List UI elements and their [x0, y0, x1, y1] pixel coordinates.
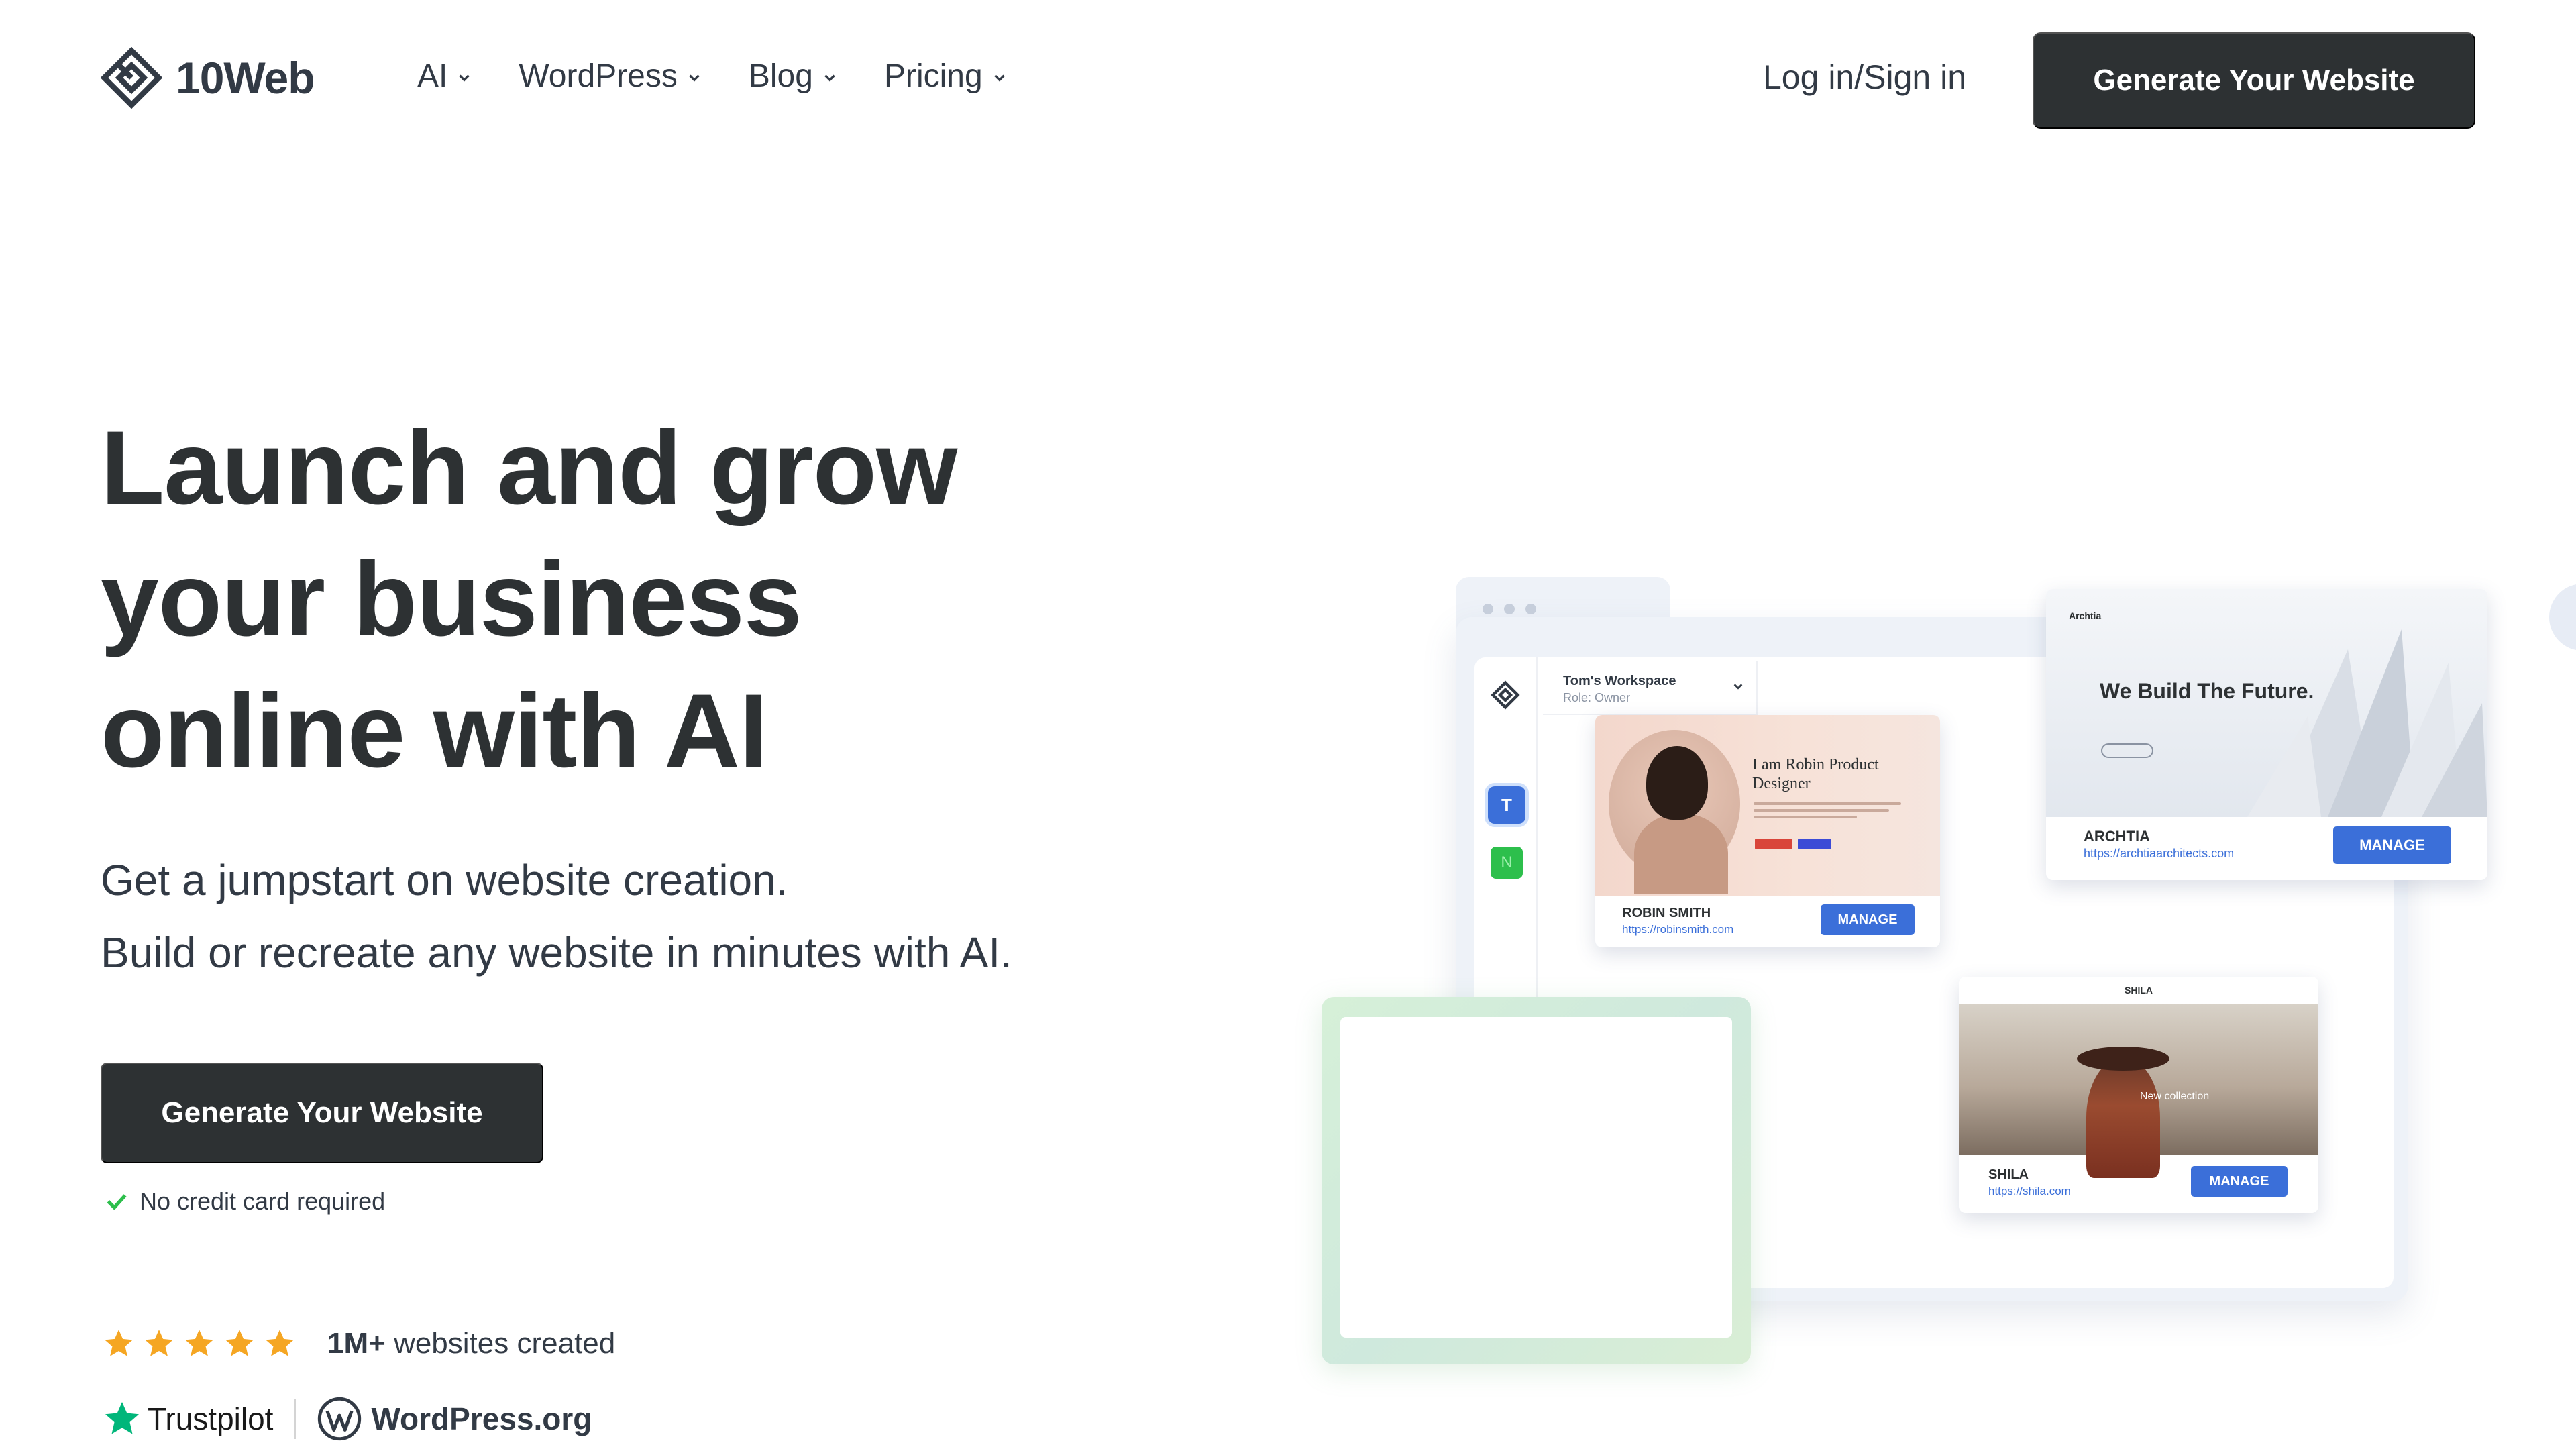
websites-count: 1M+ [327, 1327, 386, 1360]
hero-subtitle-line: Get a jumpstart on website creation. [101, 856, 788, 904]
nav-item-ai[interactable]: AI [417, 58, 472, 95]
chevron-down-icon [824, 74, 835, 82]
site-card-robin: I am Robin Product Designer ROBIN SMITH … [1595, 715, 1940, 947]
trustpilot-badge[interactable]: Trustpilot [102, 1399, 273, 1439]
blank-site-card [1322, 997, 1751, 1364]
manage-button: MANAGE [2333, 826, 2451, 864]
window-dots [1483, 604, 1547, 614]
preview-text-lines [1754, 802, 1901, 822]
chevron-down-icon [459, 74, 470, 82]
site-preview-shila: New collection [1959, 1004, 2318, 1178]
hero-title-line: online with AI [101, 673, 768, 790]
brand-name: 10Web [176, 53, 315, 103]
nav-item-wordpress[interactable]: WordPress [519, 58, 702, 95]
site-preview-overlay: New collection [2140, 1091, 2210, 1102]
trustpilot-label: Trustpilot [148, 1401, 274, 1436]
dashboard-illustration: T N Tom's Workspace Role: Owner I am Rob… [1322, 577, 2576, 1368]
wordpress-logo-icon [318, 1397, 362, 1441]
nav-item-pricing[interactable]: Pricing [884, 58, 1007, 95]
websites-count-label: websites created [394, 1327, 616, 1360]
portrait-head [1646, 746, 1708, 820]
star-icon [225, 1330, 254, 1356]
star-icon [185, 1330, 213, 1356]
workspace-avatar-n: N [1491, 847, 1523, 879]
workspace-selector: Tom's Workspace Role: Owner [1543, 661, 1758, 715]
landing-page: 10Web AI WordPress Blog Pricing Log in/S… [0, 0, 2576, 1449]
nav-item-blog[interactable]: Blog [749, 58, 837, 95]
building-illustration [2247, 629, 2487, 817]
star-icon [266, 1330, 294, 1356]
site-card-shila: SHILA New collection SHILA https://shila… [1959, 977, 2318, 1213]
site-url: https://archtiaarchitects.com [2084, 847, 2235, 860]
no-credit-card-text: No credit card required [140, 1187, 386, 1215]
10web-diamond-logo-icon [1491, 680, 1520, 710]
10web-diamond-logo-icon [101, 47, 162, 109]
badge-divider [294, 1399, 297, 1439]
manage-button: MANAGE [1821, 904, 1915, 935]
rating-row: 1M+ websites created [102, 1327, 615, 1360]
blank-site-canvas [1340, 1017, 1732, 1338]
hero-title: Launch and grow your business online wit… [101, 402, 1241, 797]
wordpress-label: WordPress.org [371, 1401, 592, 1436]
chevron-down-icon [1733, 684, 1743, 690]
generate-website-button-hero[interactable]: Generate Your Website [101, 1063, 543, 1163]
hero-title-line: Launch and grow [101, 410, 957, 527]
site-name: ARCHTIA [2084, 828, 2150, 845]
preview-button [1755, 839, 1792, 849]
generate-website-button-header[interactable]: Generate Your Website [2033, 32, 2475, 129]
site-preview-robin: I am Robin Product Designer [1595, 715, 1940, 896]
main-nav: AI WordPress Blog Pricing [417, 58, 1054, 95]
nav-item-label: Blog [748, 58, 813, 94]
workspace-name: Tom's Workspace [1563, 674, 1676, 688]
workspace-avatar-t: T [1488, 786, 1525, 824]
hero-subtitle-line: Build or recreate any website in minutes… [101, 928, 1012, 977]
site-header: 10Web AI WordPress Blog Pricing Log in/S… [0, 0, 2576, 161]
model-figure [2086, 1057, 2160, 1178]
site-preview-logo: Archtia [2069, 610, 2102, 621]
site-preview-archtia: Archtia We Build The Future. [2046, 589, 2487, 817]
star-icon [145, 1330, 173, 1356]
manage-button: MANAGE [2191, 1166, 2288, 1197]
trustpilot-star-icon [105, 1402, 139, 1434]
check-icon [107, 1194, 127, 1210]
hero-subtitle: Get a jumpstart on website creation. Bui… [101, 844, 1012, 989]
site-card-archtia: Archtia We Build The Future. ARCHTIA htt… [2046, 589, 2487, 880]
portrait-body [1634, 813, 1728, 894]
site-url: https://robinsmith.com [1622, 923, 1734, 936]
trust-badges: Trustpilot WordPress.org [102, 1397, 592, 1441]
wordpress-badge[interactable]: WordPress.org [317, 1397, 592, 1441]
nav-item-label: WordPress [519, 58, 678, 94]
websites-created-text: 1M+ websites created [327, 1327, 615, 1360]
site-name: ROBIN SMITH [1622, 906, 1711, 920]
site-preview-headline: I am Robin Product Designer [1752, 756, 1879, 792]
model-hat [2077, 1046, 2169, 1071]
site-url: https://shila.com [1988, 1185, 2071, 1197]
no-credit-card-note: No credit card required [105, 1187, 385, 1216]
brand-logo[interactable]: 10Web [101, 47, 315, 109]
nav-item-label: AI [417, 58, 448, 94]
chevron-down-icon [994, 74, 1005, 82]
decorative-circle [2549, 584, 2576, 651]
chevron-down-icon [689, 74, 700, 82]
preview-button [2101, 743, 2153, 758]
login-link[interactable]: Log in/Sign in [1763, 58, 1966, 97]
site-preview-nav: SHILA [1959, 977, 2318, 1004]
workspace-role: Role: Owner [1563, 691, 1631, 704]
preview-button [1798, 839, 1831, 849]
site-name: SHILA [1988, 1167, 2029, 1182]
star-icon [105, 1330, 133, 1356]
nav-item-label: Pricing [883, 58, 983, 94]
hero-title-line: your business [101, 541, 802, 658]
